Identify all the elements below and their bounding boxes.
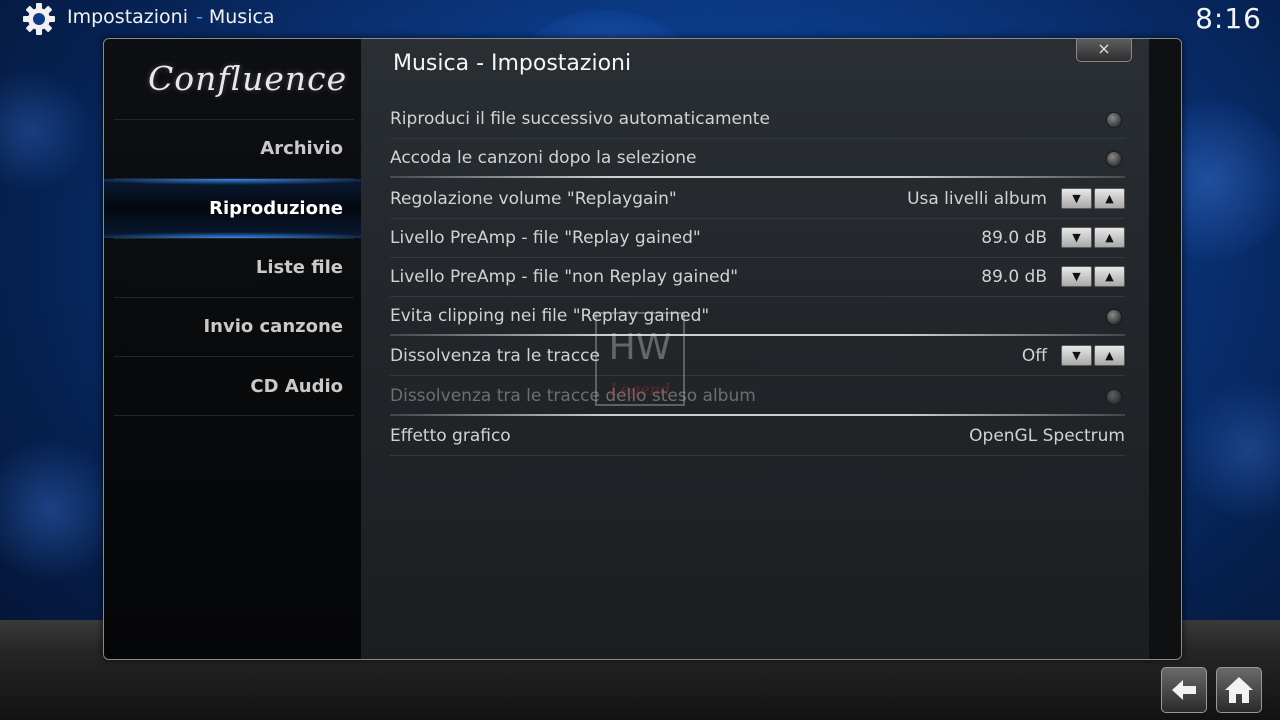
- setting-row[interactable]: Effetto grafico OpenGL Spectrum: [390, 417, 1125, 456]
- top-bar: Impostazioni - Musica 8:16: [0, 0, 1280, 36]
- setting-row[interactable]: Livello PreAmp - file "non Replay gained…: [390, 258, 1125, 297]
- setting-row[interactable]: Riproduci il file successivo automaticam…: [390, 100, 1125, 139]
- spinner-up-button[interactable]: ▲: [1094, 345, 1125, 366]
- toggle-radio[interactable]: [1107, 310, 1121, 324]
- spinner-controls: ▼ ▲: [1061, 345, 1125, 366]
- setting-label: Livello PreAmp - file "Replay gained": [390, 228, 701, 248]
- watermark-text: HW: [609, 327, 672, 368]
- group-divider: [390, 414, 1125, 416]
- sidebar-item-archivio[interactable]: Archivio: [104, 119, 361, 178]
- setting-row[interactable]: Evita clipping nei file "Replay gained": [390, 297, 1125, 336]
- background-bokeh: [1180, 380, 1280, 520]
- setting-value: OpenGL Spectrum: [969, 426, 1125, 446]
- setting-row[interactable]: Accoda le canzoni dopo la selezione: [390, 139, 1125, 178]
- spinner-down-button[interactable]: ▼: [1061, 266, 1092, 287]
- sidebar-item-cd-audio[interactable]: CD Audio: [104, 357, 361, 416]
- page-title: Musica - Impostazioni: [393, 51, 632, 76]
- spinner-controls: ▼ ▲: [1061, 188, 1125, 209]
- clock: 8:16: [1195, 2, 1262, 35]
- spinner-down-button[interactable]: ▼: [1061, 227, 1092, 248]
- back-button[interactable]: [1161, 667, 1207, 713]
- spinner-down-button[interactable]: ▼: [1061, 345, 1092, 366]
- sidebar-item-riproduzione[interactable]: Riproduzione: [104, 179, 361, 238]
- toggle-radio[interactable]: [1107, 152, 1121, 166]
- background-bokeh: [0, 70, 90, 190]
- spinner-up-button[interactable]: ▲: [1094, 188, 1125, 209]
- home-button[interactable]: [1216, 667, 1262, 713]
- breadcrumb-section: Impostazioni: [67, 6, 188, 28]
- sidebar-item-invio-canzone[interactable]: Invio canzone: [104, 297, 361, 356]
- setting-label: Riproduci il file successivo automaticam…: [390, 109, 770, 129]
- breadcrumb-subsection: Musica: [208, 6, 275, 28]
- setting-row-disabled: Dissolvenza tra le tracce dello steso al…: [390, 377, 1125, 416]
- setting-value: Usa livelli album: [907, 189, 1047, 209]
- confluence-logo: Confluence: [148, 59, 348, 98]
- spinner-controls: ▼ ▲: [1061, 227, 1125, 248]
- breadcrumb-separator: -: [196, 6, 203, 28]
- setting-label: Accoda le canzoni dopo la selezione: [390, 148, 697, 168]
- toggle-radio: [1107, 390, 1121, 404]
- setting-label: Dissolvenza tra le tracce dello steso al…: [390, 386, 756, 406]
- sidebar: Confluence Archivio Riproduzione Liste f…: [104, 39, 361, 659]
- spinner-controls: ▼ ▲: [1061, 266, 1125, 287]
- spinner-up-button[interactable]: ▲: [1094, 227, 1125, 248]
- setting-value: 89.0 dB: [981, 228, 1047, 248]
- setting-label: Effetto grafico: [390, 426, 511, 446]
- scrollbar-track[interactable]: [1149, 39, 1181, 659]
- back-arrow-icon: [1172, 680, 1196, 700]
- row-divider: [390, 455, 1125, 456]
- sidebar-divider: [114, 415, 354, 416]
- close-button[interactable]: ×: [1076, 39, 1132, 62]
- home-icon: [1225, 677, 1253, 703]
- setting-row[interactable]: Dissolvenza tra le tracce Off ▼ ▲: [390, 337, 1125, 376]
- setting-label: Dissolvenza tra le tracce: [390, 346, 600, 366]
- spinner-up-button[interactable]: ▲: [1094, 266, 1125, 287]
- toggle-radio[interactable]: [1107, 113, 1121, 127]
- gear-icon: [23, 3, 55, 35]
- breadcrumb: Impostazioni - Musica: [67, 6, 275, 28]
- setting-label: Livello PreAmp - file "non Replay gained…: [390, 267, 739, 287]
- setting-label: Regolazione volume "Replaygain": [390, 189, 677, 209]
- group-divider: [390, 334, 1125, 336]
- settings-dialog: Confluence Archivio Riproduzione Liste f…: [103, 38, 1182, 660]
- setting-row[interactable]: Livello PreAmp - file "Replay gained" 89…: [390, 219, 1125, 258]
- row-divider: [390, 375, 1125, 376]
- group-divider: [390, 176, 1125, 178]
- setting-value: 89.0 dB: [981, 267, 1047, 287]
- watermark-logo: HW Legend: [592, 309, 688, 409]
- sidebar-item-liste-file[interactable]: Liste file: [104, 238, 361, 297]
- spinner-down-button[interactable]: ▼: [1061, 188, 1092, 209]
- background-bokeh: [0, 440, 120, 580]
- setting-value: Off: [1021, 346, 1047, 366]
- watermark-subtext: Legend: [609, 380, 670, 399]
- setting-row[interactable]: Regolazione volume "Replaygain" Usa live…: [390, 180, 1125, 219]
